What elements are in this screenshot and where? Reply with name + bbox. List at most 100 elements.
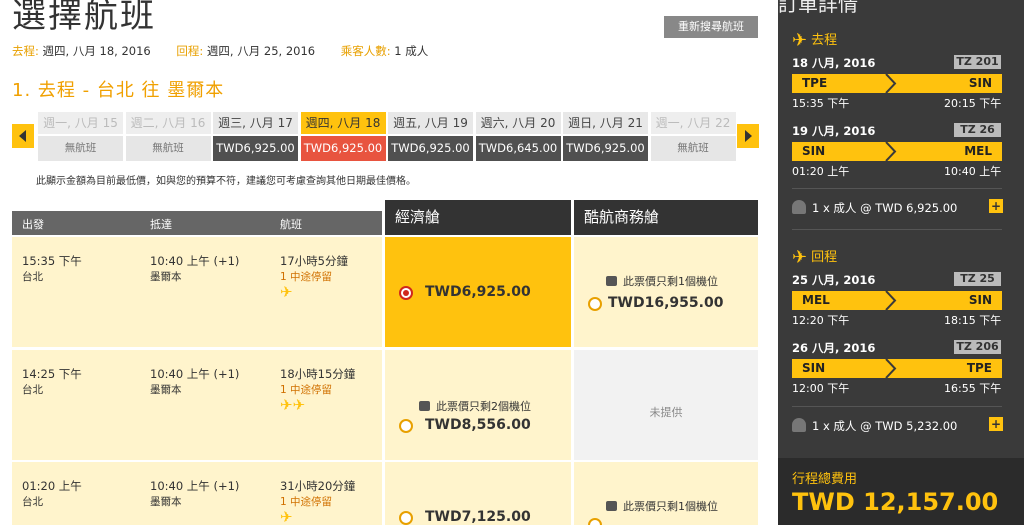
date-option[interactable]: 週五, 八月 19 TWD6,925.00 [388, 112, 473, 164]
fare-radio[interactable] [588, 518, 602, 525]
depart-city: 台北 [22, 496, 43, 508]
outbound-expand-button[interactable]: + [989, 199, 1003, 213]
departure-time: 15:35 下午 [792, 97, 850, 110]
flight-duration: 17小時5分鐘 [280, 254, 348, 268]
date-price: 無航班 [38, 136, 123, 161]
route-bar: TPE SIN [792, 74, 1002, 93]
section-title: 1. 去程 - 台北 往 墨爾本 [12, 80, 225, 101]
arrival-time: 18:15 下午 [944, 314, 1002, 327]
origin-code: TPE [802, 76, 828, 90]
route-bar: MEL SIN [792, 291, 1002, 310]
search-summary: 去程: 週四, 八月 18, 2016 回程: 週四, 八月 25, 2016 … [12, 43, 450, 59]
origin-code: MEL [802, 293, 830, 307]
segment-date: 18 八月, 2016 [792, 56, 876, 70]
depart-time: 01:20 上午 [22, 479, 82, 493]
pax-label: 乘客人數: [340, 44, 391, 58]
depart-city: 台北 [22, 271, 43, 283]
flight-duration: 31小時20分鐘 [280, 479, 356, 493]
fare-radio[interactable] [399, 286, 413, 300]
depart-city: 台北 [22, 384, 43, 396]
stops-link[interactable]: 1 中途停留 [280, 494, 332, 509]
prev-dates-button[interactable] [12, 124, 34, 148]
outbound-date: 週四, 八月 18, 2016 [42, 44, 151, 58]
not-available-text: 未提供 [649, 406, 683, 419]
person-icon [792, 418, 806, 432]
arrow-right-icon [885, 291, 897, 310]
col-flight: 航班 [280, 218, 302, 231]
destination-code: TPE [966, 361, 992, 375]
date-price: 無航班 [125, 136, 211, 161]
fare-price: TWD8,556.00 [425, 417, 531, 433]
outbound-label: 去程: [12, 44, 39, 58]
flight-row: 15:35 下午 台北 10:40 上午 (+1) 墨爾本 17小時5分鐘 1 中途停留 ✈ [12, 237, 382, 347]
arrive-time: 10:40 上午 (+1) [150, 254, 240, 268]
business-fare-option[interactable]: 此票價只剩1個機位 TWD16,955.00 [574, 237, 758, 347]
date-label: 週二, 八月 16 [125, 112, 211, 134]
date-label: 週六, 八月 20 [475, 112, 561, 134]
plane-icon: ✈ [280, 283, 293, 301]
date-option[interactable]: 週三, 八月 17 TWD6,925.00 [213, 112, 298, 164]
research-flights-button[interactable]: 重新搜尋航班 [664, 16, 758, 38]
date-label: 週三, 八月 17 [213, 112, 298, 134]
col-arrive: 抵達 [150, 218, 172, 231]
plane-icon: ✈ [792, 30, 808, 51]
pax-value: 1 成人 [394, 44, 429, 58]
flight-code: TZ 25 [954, 272, 1001, 286]
fare-header-business: 酷航商務艙 [574, 200, 758, 235]
economy-fare-option[interactable]: 此票價只剩2個機位 TWD8,556.00 [385, 350, 571, 460]
segment-date: 25 八月, 2016 [792, 273, 876, 287]
business-fare-option[interactable]: 此票價只剩1個機位 [574, 462, 758, 525]
date-option[interactable]: 週四, 八月 18 TWD6,925.00 [300, 112, 386, 164]
sidebar-title: 訂單詳情 [778, 0, 858, 16]
return-date: 週四, 八月 25, 2016 [206, 44, 316, 58]
return-expand-button[interactable]: + [989, 417, 1003, 431]
stops-link[interactable]: 1 中途停留 [280, 269, 332, 284]
depart-time: 14:25 下午 [22, 367, 82, 381]
flight-row: 01:20 上午 台北 10:40 上午 (+1) 墨爾本 31小時20分鐘 1 中途停留… [12, 462, 382, 525]
fare-radio[interactable] [399, 511, 413, 525]
fare-price: TWD7,125.00 [425, 509, 531, 525]
destination-code: SIN [968, 76, 992, 90]
fare-radio[interactable] [399, 419, 413, 433]
plane-icon: ✈ [280, 508, 293, 525]
destination-code: SIN [968, 293, 992, 307]
economy-fare-option[interactable]: TWD6,925.00 [385, 237, 571, 347]
arrival-time: 20:15 下午 [944, 97, 1002, 110]
arrive-city: 墨爾本 [150, 384, 182, 396]
business-fare-option: 未提供 [574, 350, 758, 460]
plane-icon: ✈ [792, 247, 808, 268]
seats-left: 此票價只剩2個機位 [419, 398, 531, 414]
flight-code: TZ 206 [954, 340, 1001, 354]
outbound-section-label: ✈ 去程 [792, 30, 838, 51]
divider [792, 229, 1002, 230]
stops-link[interactable]: 1 中途停留 [280, 382, 332, 397]
total-label: 行程總費用 [792, 472, 858, 487]
chevron-right-icon [745, 130, 752, 142]
origin-code: SIN [802, 361, 826, 375]
seat-icon [419, 401, 430, 411]
fare-radio[interactable] [588, 297, 602, 311]
arrive-time: 10:40 上午 (+1) [150, 479, 240, 493]
departure-time: 12:20 下午 [792, 314, 850, 327]
date-price: TWD6,925.00 [563, 136, 648, 161]
date-option[interactable]: 週六, 八月 20 TWD6,645.00 [475, 112, 561, 164]
total-bar: 行程總費用 TWD 12,157.00 [778, 458, 1024, 525]
divider [792, 188, 1002, 189]
arrow-right-icon [885, 142, 897, 161]
plane-icon: ✈✈ [280, 396, 306, 414]
date-option: 週一, 八月 15 無航班 [38, 112, 123, 164]
flight-code: TZ 26 [954, 123, 1001, 137]
route-bar: SIN TPE [792, 359, 1002, 378]
seats-left: 此票價只剩1個機位 [606, 498, 718, 514]
date-option[interactable]: 週日, 八月 21 TWD6,925.00 [563, 112, 648, 164]
route-bar: SIN MEL [792, 142, 1002, 161]
depart-time: 15:35 下午 [22, 254, 82, 268]
destination-code: MEL [964, 144, 992, 158]
next-dates-button[interactable] [737, 124, 759, 148]
flight-row: 14:25 下午 台北 10:40 上午 (+1) 墨爾本 18小時15分鐘 1 中途停留… [12, 350, 382, 460]
segment-date: 19 八月, 2016 [792, 124, 876, 138]
date-price: TWD6,925.00 [213, 136, 298, 161]
date-price: TWD6,645.00 [475, 136, 561, 161]
economy-fare-option[interactable]: TWD7,125.00 [385, 462, 571, 525]
seats-left: 此票價只剩1個機位 [606, 273, 718, 289]
